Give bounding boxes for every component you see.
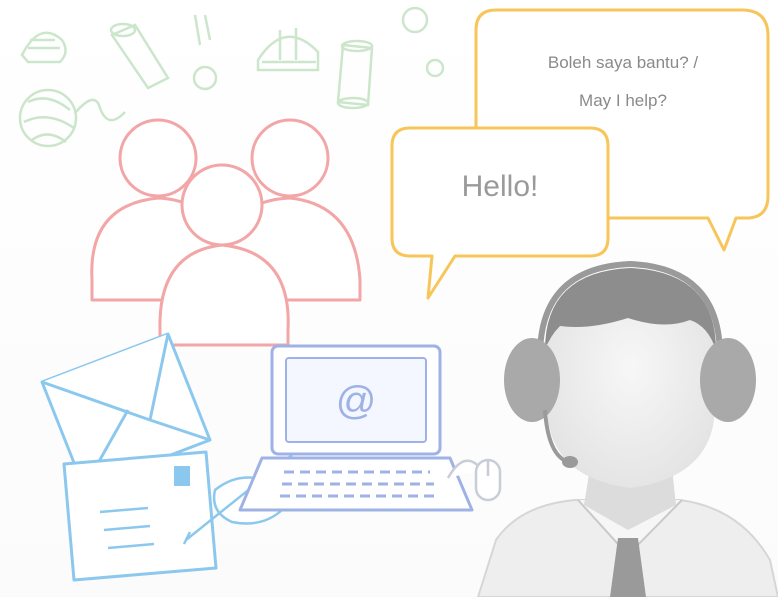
support-agent-icon <box>476 260 778 597</box>
illustration-stage: Boleh saya bantu? / May I help? Hello! @ <box>0 0 778 597</box>
